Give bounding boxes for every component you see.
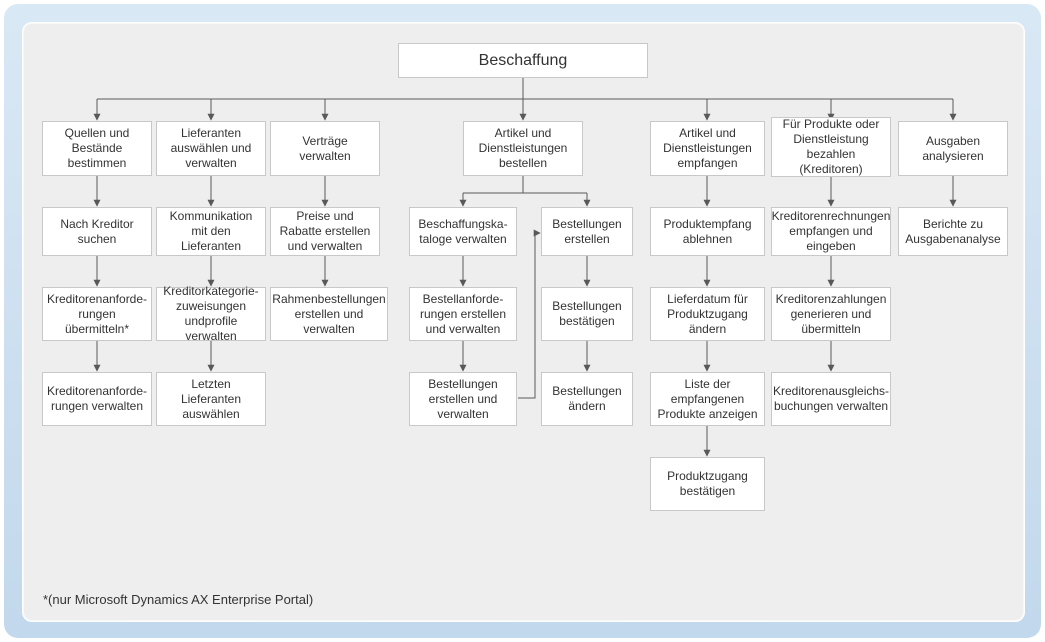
node-c3-n1: Preise und Rabatte erstellen und verwalt… bbox=[270, 207, 380, 256]
node-c1-n1: Nach Kreditor suchen bbox=[42, 207, 152, 256]
node-c3-header: Verträge verwalten bbox=[270, 121, 380, 176]
node-c7-n1: Berichte zu Ausgabenanalyse bbox=[898, 207, 1008, 256]
node-c3-n2: Rahmenbestellungen erstellen und verwalt… bbox=[270, 287, 388, 341]
node-c2-header: Lieferanten auswählen und verwalten bbox=[156, 121, 266, 176]
node-c6-header: Für Produkte oder Dienstleistung bezahle… bbox=[771, 117, 891, 177]
node-c5-n3: Liste der empfangenen Produkte anzeigen bbox=[650, 372, 765, 426]
node-c4-left-n2: Bestellanforde-rungen erstellen und verw… bbox=[409, 287, 517, 341]
node-c5-n2: Lieferdatum für Produktzugang ändern bbox=[650, 287, 765, 341]
node-c4-left-n1: Beschaffungska-taloge verwalten bbox=[409, 207, 517, 256]
outer-frame: Beschaffung Quellen und Bestände bestimm… bbox=[4, 4, 1041, 638]
node-c2-n2: Kreditorkategorie-zuweisungen undprofile… bbox=[156, 287, 266, 341]
footnote: *(nur Microsoft Dynamics AX Enterprise P… bbox=[43, 592, 313, 607]
node-c4-right-n3: Bestellungen ändern bbox=[541, 372, 633, 426]
node-c1-header: Quellen und Bestände bestimmen bbox=[42, 121, 152, 176]
node-c5-n4: Produktzugang bestätigen bbox=[650, 457, 765, 511]
node-c5-n1: Produktempfang ablehnen bbox=[650, 207, 765, 256]
node-c7-header: Ausgaben analysieren bbox=[898, 121, 1008, 176]
node-c6-n3: Kreditorenausgleichs-buchungen verwalten bbox=[771, 372, 891, 426]
node-c2-n3: Letzten Lieferanten auswählen bbox=[156, 372, 266, 426]
node-root: Beschaffung bbox=[398, 43, 648, 78]
node-c4-right-n2: Bestellungen bestätigen bbox=[541, 287, 633, 341]
node-c1-n2: Kreditorenanforde-rungen übermitteln* bbox=[42, 287, 152, 341]
node-c6-n1: Kreditorenrechnungen empfangen und einge… bbox=[771, 207, 891, 256]
node-c1-n3: Kreditorenanforde-rungen verwalten bbox=[42, 372, 152, 426]
diagram-canvas: Beschaffung Quellen und Bestände bestimm… bbox=[22, 22, 1025, 622]
node-c4-right-n1: Bestellungen erstellen bbox=[541, 207, 633, 256]
node-c6-n2: Kreditorenzahlungen generieren und überm… bbox=[771, 287, 891, 341]
node-c4-header: Artikel und Dienstleistungen bestellen bbox=[463, 121, 583, 176]
node-c5-header: Artikel und Dienstleistungen empfangen bbox=[650, 121, 765, 176]
node-c2-n1: Kommunikation mit den Lieferanten bbox=[156, 207, 266, 256]
node-c4-left-n3: Bestellungen erstellen und verwalten bbox=[409, 372, 517, 426]
